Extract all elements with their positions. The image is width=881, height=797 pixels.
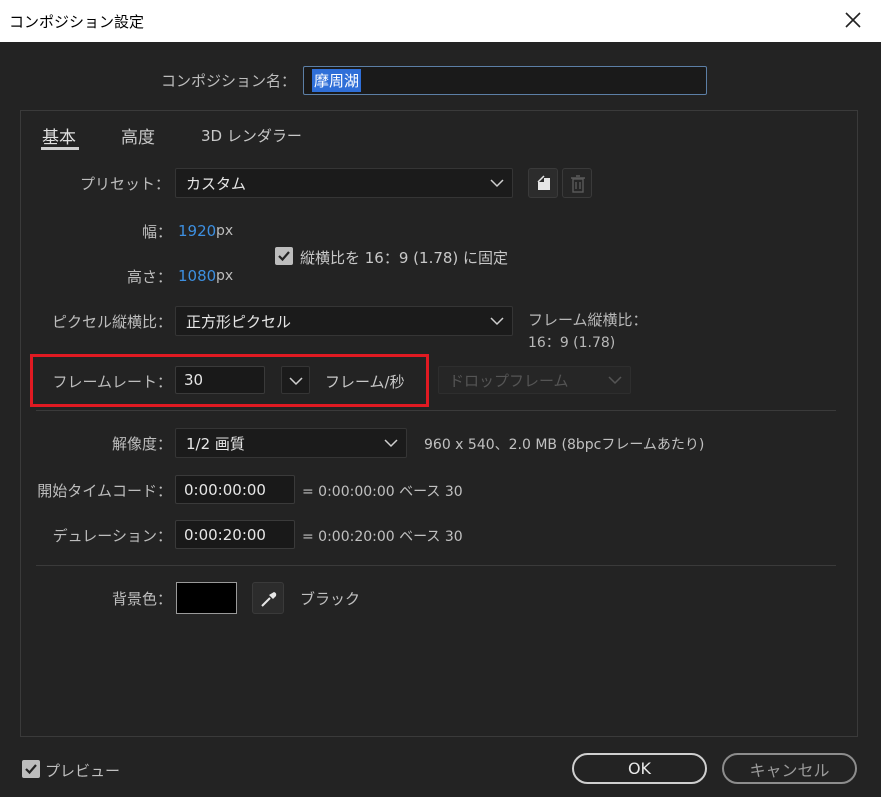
title-bar: コンポジション設定 [0, 0, 881, 42]
close-icon[interactable] [839, 6, 867, 34]
delete-preset-button[interactable] [562, 168, 592, 198]
start-timecode-label: 開始タイムコード： [37, 482, 172, 500]
divider [36, 565, 836, 566]
comp-name-input[interactable]: 摩周湖 [303, 66, 707, 95]
resolution-info: 960 x 540、2.0 MB (8bpcフレームあたり) [424, 437, 705, 453]
frame-rate-input[interactable]: 30 [175, 366, 265, 394]
aspect-lock-checkbox[interactable] [275, 247, 293, 265]
eyedropper-button[interactable] [252, 582, 284, 614]
height-value[interactable]: 1080 [178, 267, 216, 285]
preset-select[interactable]: カスタム [175, 168, 513, 198]
pixel-aspect-value: 正方形ピクセル [186, 312, 292, 331]
width-value[interactable]: 1920 [178, 222, 216, 240]
chevron-down-icon [608, 376, 622, 385]
pixel-aspect-select[interactable]: 正方形ピクセル [175, 306, 513, 336]
frame-rate-unit: フレーム/秒 [325, 373, 405, 391]
save-preset-icon [537, 175, 550, 190]
checkmark-icon [25, 764, 37, 775]
resolution-select[interactable]: 1/2 画質 [175, 428, 407, 458]
resolution-label: 解像度： [111, 435, 172, 453]
preset-value: カスタム [186, 174, 247, 193]
chevron-down-icon [490, 317, 504, 326]
start-timecode-input[interactable]: 0:00:00:00 [175, 475, 295, 504]
checkmark-icon [278, 251, 290, 262]
save-preset-button[interactable] [528, 168, 558, 198]
bg-color-name: ブラック [300, 590, 361, 608]
duration-info: = 0:00:20:00 ベース 30 [302, 529, 463, 545]
window-title: コンポジション設定 [9, 13, 145, 31]
settings-panel [20, 110, 858, 737]
divider [36, 410, 836, 411]
ok-button[interactable]: OK [572, 753, 707, 784]
frame-rate-value: 30 [184, 371, 204, 389]
start-timecode-value: 0:00:00:00 [184, 480, 266, 499]
cancel-button[interactable]: キャンセル [722, 753, 857, 784]
duration-input[interactable]: 0:00:20:00 [175, 520, 295, 549]
chevron-down-icon [384, 439, 398, 448]
frame-rate-label: フレームレート： [52, 373, 172, 391]
frame-aspect-label: フレーム縦横比： [528, 311, 648, 329]
frame-rate-dropdown[interactable] [281, 366, 310, 394]
duration-label: デュレーション： [52, 527, 172, 545]
chevron-down-icon [289, 377, 303, 386]
dropframe-select: ドロップフレーム [438, 366, 631, 394]
dropframe-value: ドロップフレーム [449, 371, 569, 390]
tab-advanced[interactable]: 高度 [121, 123, 155, 148]
height-unit: px [216, 268, 234, 284]
comp-name-label: コンポジション名： [160, 72, 296, 90]
duration-value: 0:00:20:00 [184, 525, 266, 544]
eyedropper-icon [261, 592, 277, 607]
preview-checkbox[interactable] [22, 760, 40, 778]
tab-3d-renderer[interactable]: 3D レンダラー [201, 125, 302, 146]
comp-name-value: 摩周湖 [312, 69, 362, 92]
resolution-value: 1/2 画質 [186, 434, 245, 453]
frame-aspect-value: 16：9 (1.78) [528, 335, 616, 351]
tab-basic[interactable]: 基本 [42, 123, 76, 148]
chevron-down-icon [490, 179, 504, 188]
preview-label: プレビュー [45, 762, 121, 780]
width-label: 幅： [141, 223, 172, 241]
preset-label: プリセット： [79, 175, 170, 193]
bg-color-label: 背景色： [111, 590, 172, 608]
bg-color-swatch[interactable] [176, 582, 237, 614]
height-label: 高さ： [126, 268, 172, 286]
tab-active-indicator [41, 147, 79, 150]
aspect-lock-label: 縦横比を 16：9 (1.78) に固定 [300, 249, 509, 267]
width-unit: px [216, 223, 234, 239]
start-timecode-info: = 0:00:00:00 ベース 30 [302, 484, 463, 500]
trash-icon [571, 175, 585, 193]
pixel-aspect-label: ピクセル縦横比： [51, 313, 172, 331]
